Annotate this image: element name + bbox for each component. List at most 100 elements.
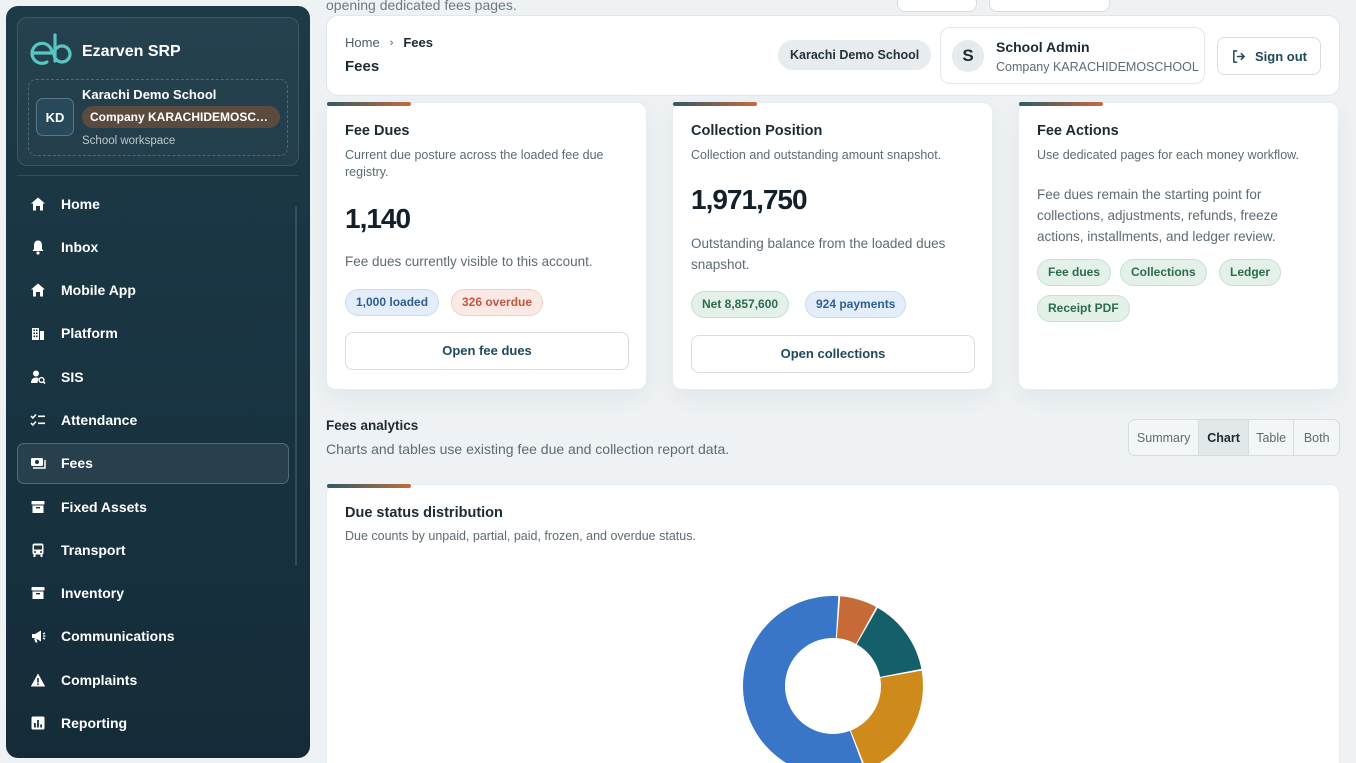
megaphone-icon: [30, 628, 46, 644]
donut-slice-2[interactable]: [850, 670, 924, 763]
building-icon: [30, 325, 46, 341]
sidebar-item-sis[interactable]: SIS: [17, 356, 289, 397]
sidebar-item-label: Communications: [61, 628, 175, 645]
mode-table-button[interactable]: Table: [1249, 420, 1295, 455]
card-title: Collection Position: [691, 123, 823, 139]
user-name: School Admin: [996, 39, 1090, 55]
tag-fee-dues[interactable]: Fee dues: [1037, 259, 1112, 286]
sidebar-divider: [17, 175, 299, 176]
workspace-name: Karachi Demo School: [82, 87, 217, 102]
home-icon: [30, 196, 46, 212]
sidebar-item-label: Fees: [61, 455, 93, 472]
chevron-right-icon: ›: [389, 36, 394, 49]
warning-icon: [30, 672, 46, 688]
sidebar-item-platform[interactable]: Platform: [17, 313, 289, 354]
overdue-badge: 326 overdue: [451, 289, 544, 316]
tag-collections[interactable]: Collections: [1120, 259, 1207, 286]
card-title: Fee Actions: [1037, 123, 1119, 139]
school-badge: Karachi Demo School: [778, 40, 932, 70]
sidebar-item-label: Mobile App: [61, 282, 136, 299]
user-search-icon: [30, 369, 46, 385]
card-subtitle: Use dedicated pages for each money workf…: [1037, 148, 1299, 162]
workspace-switcher[interactable]: KD Karachi Demo School Company KARACHIDE…: [28, 79, 288, 156]
fee-actions-card: Fee Actions Use dedicated pages for each…: [1018, 102, 1339, 390]
sign-out-label: Sign out: [1255, 48, 1307, 64]
open-collections-button[interactable]: Open collections: [691, 335, 975, 373]
user-menu[interactable]: S School Admin Company KARACHIDEMOSCHOOL: [940, 27, 1205, 84]
card-note: Fee dues remain the starting point for c…: [1037, 187, 1278, 244]
sidebar-nav: Home Inbox Mobile App Platform SIS Attendance…: [17, 183, 289, 746]
eb-logo-icon: [30, 33, 72, 65]
card-note: Fee dues currently visible to this accou…: [345, 254, 593, 269]
workspace-avatar: KD: [36, 98, 74, 136]
sidebar-item-label: Complaints: [61, 671, 138, 688]
breadcrumb-home-link[interactable]: Home: [345, 35, 380, 50]
sidebar-item-label: Attendance: [61, 411, 138, 428]
workspace-subtitle: School workspace: [82, 135, 176, 147]
mode-summary-button[interactable]: Summary: [1129, 420, 1200, 455]
sign-out-icon: [1233, 49, 1245, 63]
sidebar-item-label: Inventory: [61, 585, 125, 602]
page-header: Home › Fees Fees Karachi Demo School S S…: [326, 15, 1340, 96]
sidebar-item-home[interactable]: Home: [17, 183, 289, 224]
page-intro-text: opening dedicated fees pages.: [326, 0, 517, 13]
card-note: Outstanding balance from the loaded dues…: [691, 236, 946, 272]
bus-icon: [30, 542, 46, 558]
sidebar-item-reporting[interactable]: Reporting: [17, 703, 289, 744]
analytics-title: Fees analytics: [326, 418, 419, 433]
sidebar-item-inventory[interactable]: Inventory: [17, 573, 289, 614]
brand-card: Ezarven SRP KD Karachi Demo School Compa…: [17, 17, 299, 166]
checklist-icon: [30, 412, 46, 428]
bell-icon: [30, 239, 46, 255]
workspace-company-badge: Company KARACHIDEMOSCHOOL: [82, 106, 280, 128]
avatar: S: [952, 40, 984, 72]
sign-out-button[interactable]: Sign out: [1217, 37, 1321, 75]
top-action-button-2[interactable]: [989, 0, 1110, 12]
archive-icon: [30, 499, 46, 515]
sidebar-item-label: Home: [61, 195, 100, 212]
sidebar-item-attendance[interactable]: Attendance: [17, 399, 289, 440]
due-status-chart-card: Due status distribution Due counts by un…: [326, 484, 1340, 763]
home-icon: [30, 282, 46, 298]
card-subtitle: Collection and outstanding amount snapsh…: [691, 148, 942, 162]
sidebar-item-transport[interactable]: Transport: [17, 529, 289, 570]
collection-position-card: Collection Position Collection and outst…: [672, 102, 993, 390]
card-accent: [1019, 102, 1103, 106]
loaded-badge: 1,000 loaded: [345, 289, 440, 316]
view-mode-toggle: Summary Chart Table Both: [1128, 419, 1340, 456]
bar-chart-icon: [30, 715, 46, 731]
sidebar-scrollbar[interactable]: [295, 206, 297, 566]
sidebar-item-label: Inbox: [61, 238, 99, 255]
open-fee-dues-button[interactable]: Open fee dues: [345, 332, 629, 370]
chart-subtitle: Due counts by unpaid, partial, paid, fro…: [345, 529, 696, 543]
sidebar-item-mobile-app[interactable]: Mobile App: [17, 270, 289, 311]
sidebar-item-label: SIS: [61, 368, 84, 385]
chart-title: Due status distribution: [345, 505, 503, 521]
brand-name: Ezarven SRP: [82, 43, 181, 60]
page-title: Fees: [345, 58, 380, 75]
sidebar-item-label: Transport: [61, 541, 126, 558]
sidebar-item-complaints[interactable]: Complaints: [17, 659, 289, 700]
sidebar-item-label: Platform: [61, 325, 118, 342]
card-accent: [327, 484, 411, 488]
net-amount-badge: Net 8,857,600: [691, 291, 790, 318]
fee-dues-card: Fee Dues Current due posture across the …: [326, 102, 647, 390]
tag-receipt-pdf[interactable]: Receipt PDF: [1037, 295, 1130, 322]
tag-ledger[interactable]: Ledger: [1219, 259, 1282, 286]
card-accent: [327, 102, 411, 106]
sidebar-item-fees[interactable]: Fees: [17, 442, 289, 484]
brand[interactable]: Ezarven SRP: [30, 32, 181, 72]
sidebar: Ezarven SRP KD Karachi Demo School Compa…: [6, 6, 310, 758]
money-icon: [30, 455, 46, 471]
fee-dues-count: 1,140: [345, 203, 411, 234]
top-action-button-1[interactable]: [897, 0, 977, 12]
sidebar-item-label: Fixed Assets: [61, 498, 147, 515]
sidebar-item-communications[interactable]: Communications: [17, 616, 289, 657]
sidebar-item-inbox[interactable]: Inbox: [17, 226, 289, 267]
outstanding-amount: 1,971,750: [691, 184, 808, 215]
mode-both-button[interactable]: Both: [1294, 420, 1339, 455]
breadcrumb: Home › Fees: [345, 35, 433, 50]
sidebar-item-fixed-assets[interactable]: Fixed Assets: [17, 486, 289, 527]
breadcrumb-current: Fees: [403, 35, 433, 50]
mode-chart-button[interactable]: Chart: [1199, 420, 1249, 455]
